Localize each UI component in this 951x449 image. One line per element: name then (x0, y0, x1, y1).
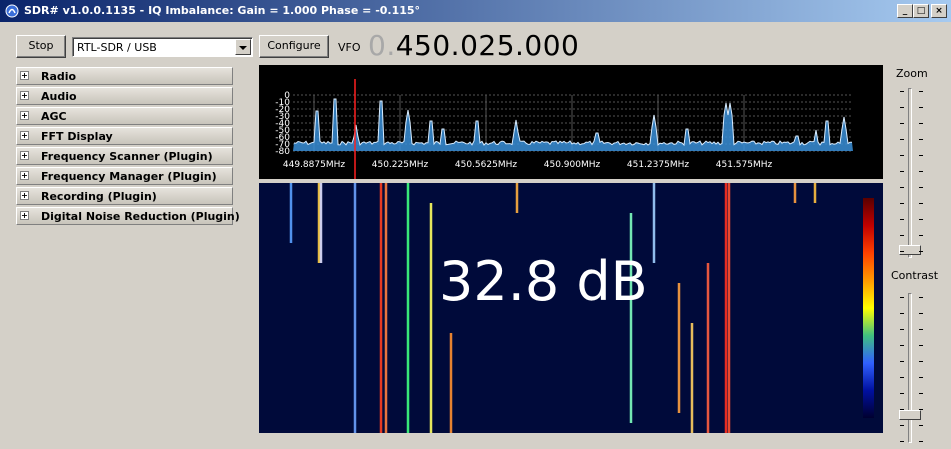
slider-tick (900, 235, 904, 236)
panel-label: AGC (41, 110, 67, 123)
slider-tick (900, 361, 904, 362)
slider-tick (900, 297, 904, 298)
slider-tick (919, 203, 923, 204)
freq-tick-label: 451.575MHz (716, 160, 773, 170)
vfo-frequency-value: 450.025.000 (395, 29, 580, 62)
slider-tick (919, 123, 923, 124)
panel-fft-display[interactable]: + FFT Display (16, 127, 233, 145)
slider-tick (900, 441, 904, 442)
slider-tick (900, 123, 904, 124)
freq-tick-label: 450.225MHz (372, 160, 429, 170)
slider-tick (919, 361, 923, 362)
chevron-down-icon[interactable] (235, 39, 251, 55)
close-button[interactable]: × (931, 4, 947, 18)
slider-tick (919, 139, 923, 140)
slider-tick (919, 251, 923, 252)
slider-tick (919, 425, 923, 426)
plus-icon[interactable]: + (20, 131, 29, 140)
slider-tick (900, 203, 904, 204)
plus-icon[interactable]: + (20, 91, 29, 100)
window-title: SDR# v1.0.0.1135 - IQ Imbalance: Gain = … (24, 4, 421, 17)
contrast-label: Contrast (891, 269, 939, 282)
slider-tick (919, 107, 923, 108)
slider-tick (900, 219, 904, 220)
sdr-window: SDR# v1.0.0.1135 - IQ Imbalance: Gain = … (0, 0, 951, 449)
slider-tick (919, 409, 923, 410)
title-bar[interactable]: SDR# v1.0.0.1135 - IQ Imbalance: Gain = … (0, 0, 951, 22)
db-tick-label: -80 (275, 147, 290, 157)
plus-icon[interactable]: + (20, 211, 29, 220)
panel-audio[interactable]: + Audio (16, 87, 233, 105)
freq-tick-label: 450.5625MHz (455, 160, 517, 170)
vfo-frequency-display[interactable]: 0.450.025.000 (368, 29, 579, 62)
waterfall-color-scale (863, 198, 874, 418)
plus-icon[interactable]: + (20, 171, 29, 180)
slider-tick (900, 251, 904, 252)
plus-icon[interactable]: + (20, 111, 29, 120)
panel-recording-plugin[interactable]: + Recording (Plugin) (16, 187, 233, 205)
freq-tick-label: 450.900MHz (544, 160, 601, 170)
sdr-app-icon (5, 4, 19, 18)
contrast-slider-track[interactable] (908, 293, 912, 443)
slider-tick (919, 155, 923, 156)
slider-tick (900, 377, 904, 378)
snr-readout: 32.8 dB (439, 250, 648, 313)
panel-radio[interactable]: + Radio (16, 67, 233, 85)
slider-tick (900, 329, 904, 330)
slider-tick (919, 377, 923, 378)
panel-label: Recording (Plugin) (41, 190, 157, 203)
slider-tick (900, 425, 904, 426)
slider-tick (900, 345, 904, 346)
plus-icon[interactable]: + (20, 71, 29, 80)
vfo-label: VFO (338, 41, 361, 54)
slider-tick (900, 409, 904, 410)
plus-icon[interactable]: + (20, 191, 29, 200)
slider-tick (919, 393, 923, 394)
slider-tick (900, 313, 904, 314)
spectrum-analyzer[interactable]: 0-10-20-30-40-50-60-70-80449.8875MHz 450.… (259, 65, 883, 179)
panel-label: Frequency Scanner (Plugin) (41, 150, 213, 163)
panel-agc[interactable]: + AGC (16, 107, 233, 125)
panel-label: Radio (41, 70, 77, 83)
zoom-slider-track[interactable] (908, 88, 912, 258)
slider-tick (919, 171, 923, 172)
slider-tick (919, 219, 923, 220)
slider-tick (919, 235, 923, 236)
slider-tick (900, 155, 904, 156)
panel-label: Frequency Manager (Plugin) (41, 170, 217, 183)
slider-tick (919, 297, 923, 298)
slider-tick (900, 393, 904, 394)
slider-tick (919, 187, 923, 188)
plus-icon[interactable]: + (20, 151, 29, 160)
panel-digital-noise-reduction-plugin[interactable]: + Digital Noise Reduction (Plugin) (16, 207, 240, 225)
slider-tick (900, 187, 904, 188)
slider-tick (919, 313, 923, 314)
device-dropdown[interactable]: RTL-SDR / USB (72, 37, 253, 57)
slider-tick (919, 345, 923, 346)
slider-tick (900, 139, 904, 140)
contrast-slider-thumb[interactable] (899, 410, 921, 420)
slider-tick (900, 171, 904, 172)
maximize-button[interactable]: □ (913, 4, 929, 18)
configure-button[interactable]: Configure (259, 35, 329, 58)
freq-tick-label: 451.2375MHz (627, 160, 689, 170)
zoom-label: Zoom (896, 67, 928, 80)
zoom-slider-thumb[interactable] (899, 245, 921, 255)
stop-button[interactable]: Stop (16, 35, 66, 58)
panel-label: FFT Display (41, 130, 113, 143)
panel-frequency-scanner-plugin[interactable]: + Frequency Scanner (Plugin) (16, 147, 233, 165)
freq-tick-label: 449.8875MHz (283, 160, 345, 170)
device-dropdown-value: RTL-SDR / USB (77, 41, 157, 54)
minimize-button[interactable]: _ (897, 4, 913, 18)
slider-tick (900, 91, 904, 92)
slider-tick (919, 441, 923, 442)
slider-tick (919, 91, 923, 92)
spectrum-trace (293, 98, 852, 147)
slider-tick (900, 107, 904, 108)
panel-frequency-manager-plugin[interactable]: + Frequency Manager (Plugin) (16, 167, 233, 185)
panel-label: Digital Noise Reduction (Plugin) (41, 210, 240, 223)
vfo-leading-digits: 0. (368, 29, 396, 62)
slider-tick (919, 329, 923, 330)
panel-label: Audio (41, 90, 77, 103)
